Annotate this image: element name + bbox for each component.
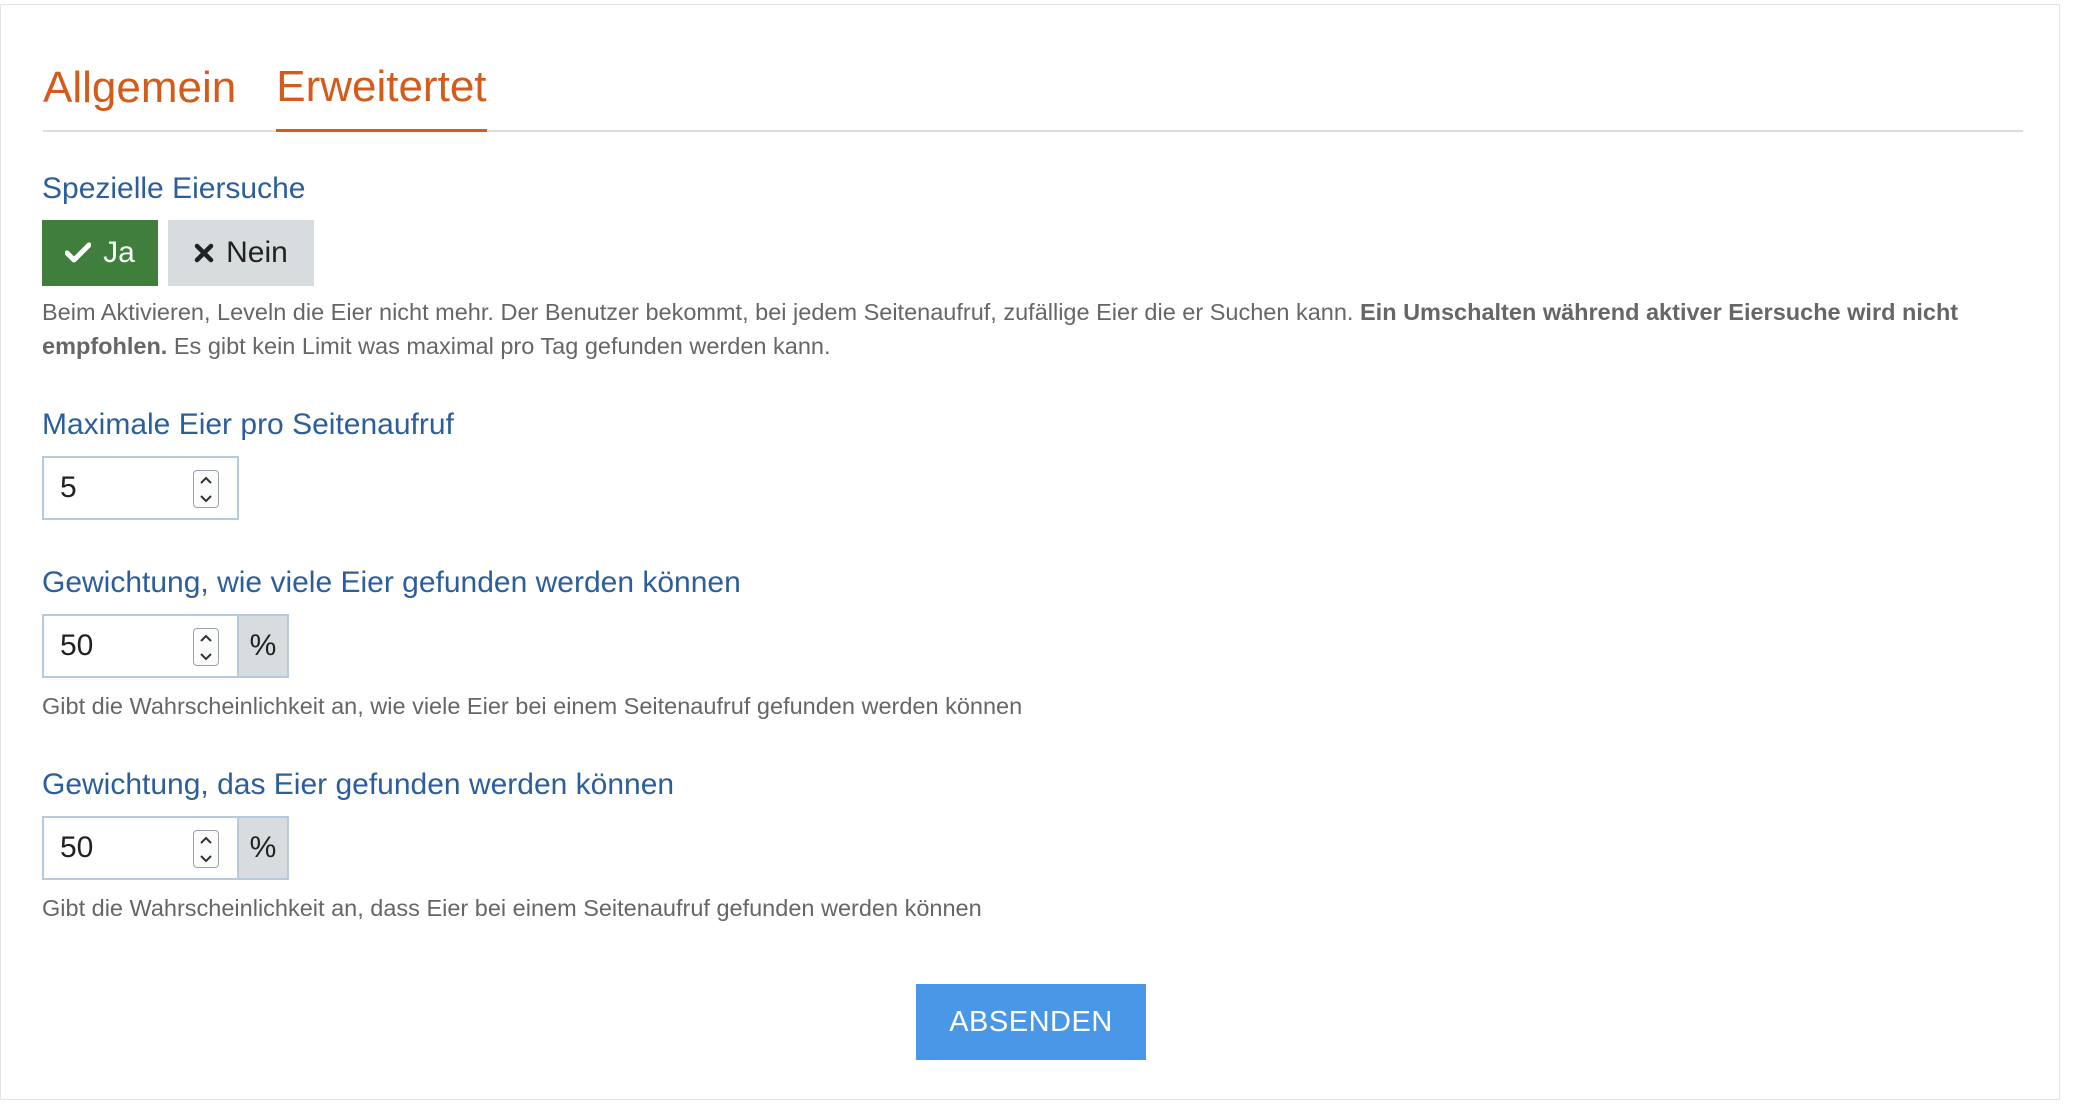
max-eggs-label: Maximale Eier pro Seitenaufruf bbox=[42, 408, 454, 441]
special-search-label: Spezielle Eiersuche bbox=[42, 172, 306, 205]
special-search-help: Beim Aktivieren, Leveln die Eier nicht m… bbox=[42, 295, 2022, 363]
weight-count-label: Gewichtung, wie viele Eier gefunden werd… bbox=[42, 566, 741, 599]
settings-panel: Allgemein Erweitertet bbox=[0, 4, 2060, 1100]
weight-count-unit: % bbox=[239, 614, 289, 678]
max-eggs-stepper[interactable] bbox=[193, 470, 219, 508]
weight-count-help: Gibt die Wahrscheinlichkeit an, wie viel… bbox=[42, 693, 1023, 719]
weight-count-input[interactable]: 50 bbox=[42, 614, 239, 678]
weight-found-unit: % bbox=[239, 816, 289, 880]
chevron-up-icon[interactable] bbox=[199, 634, 213, 643]
max-eggs-input[interactable]: 5 bbox=[42, 456, 239, 520]
weight-found-stepper[interactable] bbox=[193, 830, 219, 868]
weight-count-value: 50 bbox=[60, 629, 94, 662]
no-button-label: Nein bbox=[226, 236, 288, 269]
chevron-down-icon[interactable] bbox=[199, 494, 213, 503]
weight-count-stepper[interactable] bbox=[193, 628, 219, 666]
max-eggs-field: 5 bbox=[42, 456, 239, 520]
chevron-down-icon[interactable] bbox=[199, 652, 213, 661]
special-search-toggle: Ja Nein bbox=[42, 220, 314, 286]
weight-found-field: 50 % bbox=[42, 816, 289, 880]
weight-found-help: Gibt die Wahrscheinlichkeit an, dass Eie… bbox=[42, 895, 982, 921]
special-search-help-text-2: Es gibt kein Limit was maximal pro Tag g… bbox=[167, 333, 831, 359]
weight-count-field: 50 % bbox=[42, 614, 289, 678]
special-search-help-text: Beim Aktivieren, Leveln die Eier nicht m… bbox=[42, 299, 1360, 325]
yes-button[interactable]: Ja bbox=[42, 220, 158, 286]
tab-allgemein[interactable]: Allgemein bbox=[43, 66, 236, 130]
yes-button-label: Ja bbox=[103, 236, 135, 269]
chevron-up-icon[interactable] bbox=[199, 476, 213, 485]
weight-found-input[interactable]: 50 bbox=[42, 816, 239, 880]
tab-erweitertet[interactable]: Erweitertet bbox=[276, 65, 487, 132]
tab-bar: Allgemein Erweitertet bbox=[43, 59, 2023, 132]
chevron-down-icon[interactable] bbox=[199, 854, 213, 863]
max-eggs-value: 5 bbox=[60, 471, 77, 504]
weight-found-label: Gewichtung, das Eier gefunden werden kön… bbox=[42, 768, 675, 801]
check-icon bbox=[65, 242, 92, 263]
chevron-up-icon[interactable] bbox=[199, 836, 213, 845]
no-button[interactable]: Nein bbox=[168, 220, 314, 286]
submit-button[interactable]: ABSENDEN bbox=[916, 984, 1146, 1060]
close-icon bbox=[194, 243, 214, 263]
weight-found-value: 50 bbox=[60, 831, 94, 864]
